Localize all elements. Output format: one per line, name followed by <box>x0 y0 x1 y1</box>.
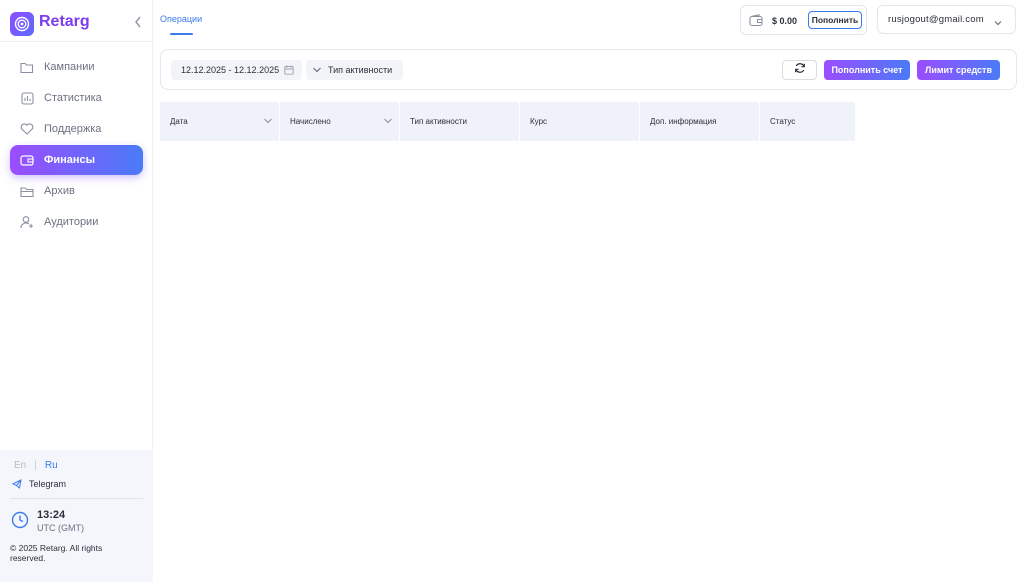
activity-type-select[interactable]: Тип активности <box>306 60 403 80</box>
logo-row: Retarg <box>0 0 153 42</box>
sidebar-item-campaigns[interactable]: Кампании <box>10 52 143 82</box>
language-switcher: En | Ru <box>14 460 58 471</box>
telegram-label: Telegram <box>29 479 67 489</box>
balance-amount: $ 0.00 <box>772 16 798 26</box>
sidebar: Retarg Кампании Статистика Поддержка Фин… <box>0 0 153 582</box>
column-header-date[interactable]: Дата <box>160 102 280 141</box>
user-email: rusjogout@gmail.com <box>888 14 984 25</box>
column-header-extra-info: Доп. информация <box>640 102 760 141</box>
lang-separator: | <box>34 460 37 471</box>
calendar-icon <box>284 65 294 75</box>
column-header-label: Курс <box>530 117 548 126</box>
refresh-button[interactable] <box>782 60 817 80</box>
column-header-label: Дата <box>170 117 188 126</box>
wallet-icon <box>20 153 34 167</box>
column-header-rate: Курс <box>520 102 640 141</box>
column-header-label: Начислено <box>290 117 331 126</box>
add-user-icon <box>20 215 34 229</box>
refresh-icon <box>794 61 806 79</box>
sidebar-footer: En | Ru Telegram 13:24 UTC (GMT) © 2025 Re… <box>0 450 153 582</box>
sidebar-item-statistics[interactable]: Статистика <box>10 83 143 113</box>
balance-widget: $ 0.00 Пополнить <box>740 5 867 35</box>
column-header-label: Тип активности <box>410 117 467 126</box>
heart-icon <box>20 122 34 136</box>
activity-type-label: Тип активности <box>328 65 393 75</box>
tab-active-indicator <box>170 33 193 35</box>
sidebar-item-label: Финансы <box>44 154 96 166</box>
sidebar-item-label: Аудитории <box>44 216 99 228</box>
column-header-label: Статус <box>770 117 796 126</box>
chevron-down-icon[interactable] <box>383 117 393 125</box>
column-header-accrued[interactable]: Начислено <box>280 102 400 141</box>
brand-name[interactable]: Retarg <box>39 13 90 31</box>
column-header-status: Статус <box>760 102 855 141</box>
column-header-label: Доп. информация <box>650 117 717 126</box>
sidebar-item-label: Поддержка <box>44 123 102 135</box>
collapse-sidebar-icon[interactable] <box>132 16 144 30</box>
copyright-text: © 2025 Retarg. All rights reserved. <box>10 543 103 563</box>
column-header-activity-type: Тип активности <box>400 102 520 141</box>
topup-button[interactable]: Пополнить <box>808 11 862 29</box>
funds-limit-button[interactable]: Лимит средств <box>917 60 1000 80</box>
user-menu[interactable]: rusjogout@gmail.com <box>877 5 1016 34</box>
timezone-label: UTC (GMT) <box>37 523 84 533</box>
deposit-button[interactable]: Пополнить счет <box>824 60 910 80</box>
chevron-down-icon[interactable] <box>263 117 273 125</box>
wallet-icon <box>749 14 763 27</box>
footer-divider <box>10 498 143 499</box>
sidebar-item-archive[interactable]: Архив <box>10 176 143 206</box>
tab-operations[interactable]: Операции <box>160 14 202 24</box>
operations-table-header: Дата Начислено Тип активности Курс Доп. … <box>160 102 855 141</box>
chart-icon <box>20 91 34 105</box>
lang-en-option[interactable]: En <box>14 460 26 471</box>
telegram-icon <box>11 479 22 489</box>
date-range-picker[interactable]: 12.12.2025 - 12.12.2025 <box>171 60 302 80</box>
archive-icon <box>20 184 34 198</box>
telegram-link[interactable]: Telegram <box>11 479 67 489</box>
sidebar-item-finance[interactable]: Финансы <box>10 145 143 175</box>
folder-icon <box>20 60 34 74</box>
sidebar-item-label: Архив <box>44 185 75 197</box>
date-range-value: 12.12.2025 - 12.12.2025 <box>181 65 280 75</box>
current-time: 13:24 <box>37 509 66 521</box>
chevron-down-icon <box>993 15 1003 26</box>
lang-ru-option[interactable]: Ru <box>45 460 58 471</box>
sidebar-item-audiences[interactable]: Аудитории <box>10 207 143 237</box>
clock-icon <box>11 511 29 529</box>
sidebar-item-label: Кампании <box>44 61 95 73</box>
chevron-down-icon <box>312 66 322 74</box>
retarg-logo-icon <box>10 12 34 36</box>
sidebar-item-label: Статистика <box>44 92 102 104</box>
sidebar-item-support[interactable]: Поддержка <box>10 114 143 144</box>
filter-panel: 12.12.2025 - 12.12.2025 Тип активности П… <box>160 49 1017 90</box>
